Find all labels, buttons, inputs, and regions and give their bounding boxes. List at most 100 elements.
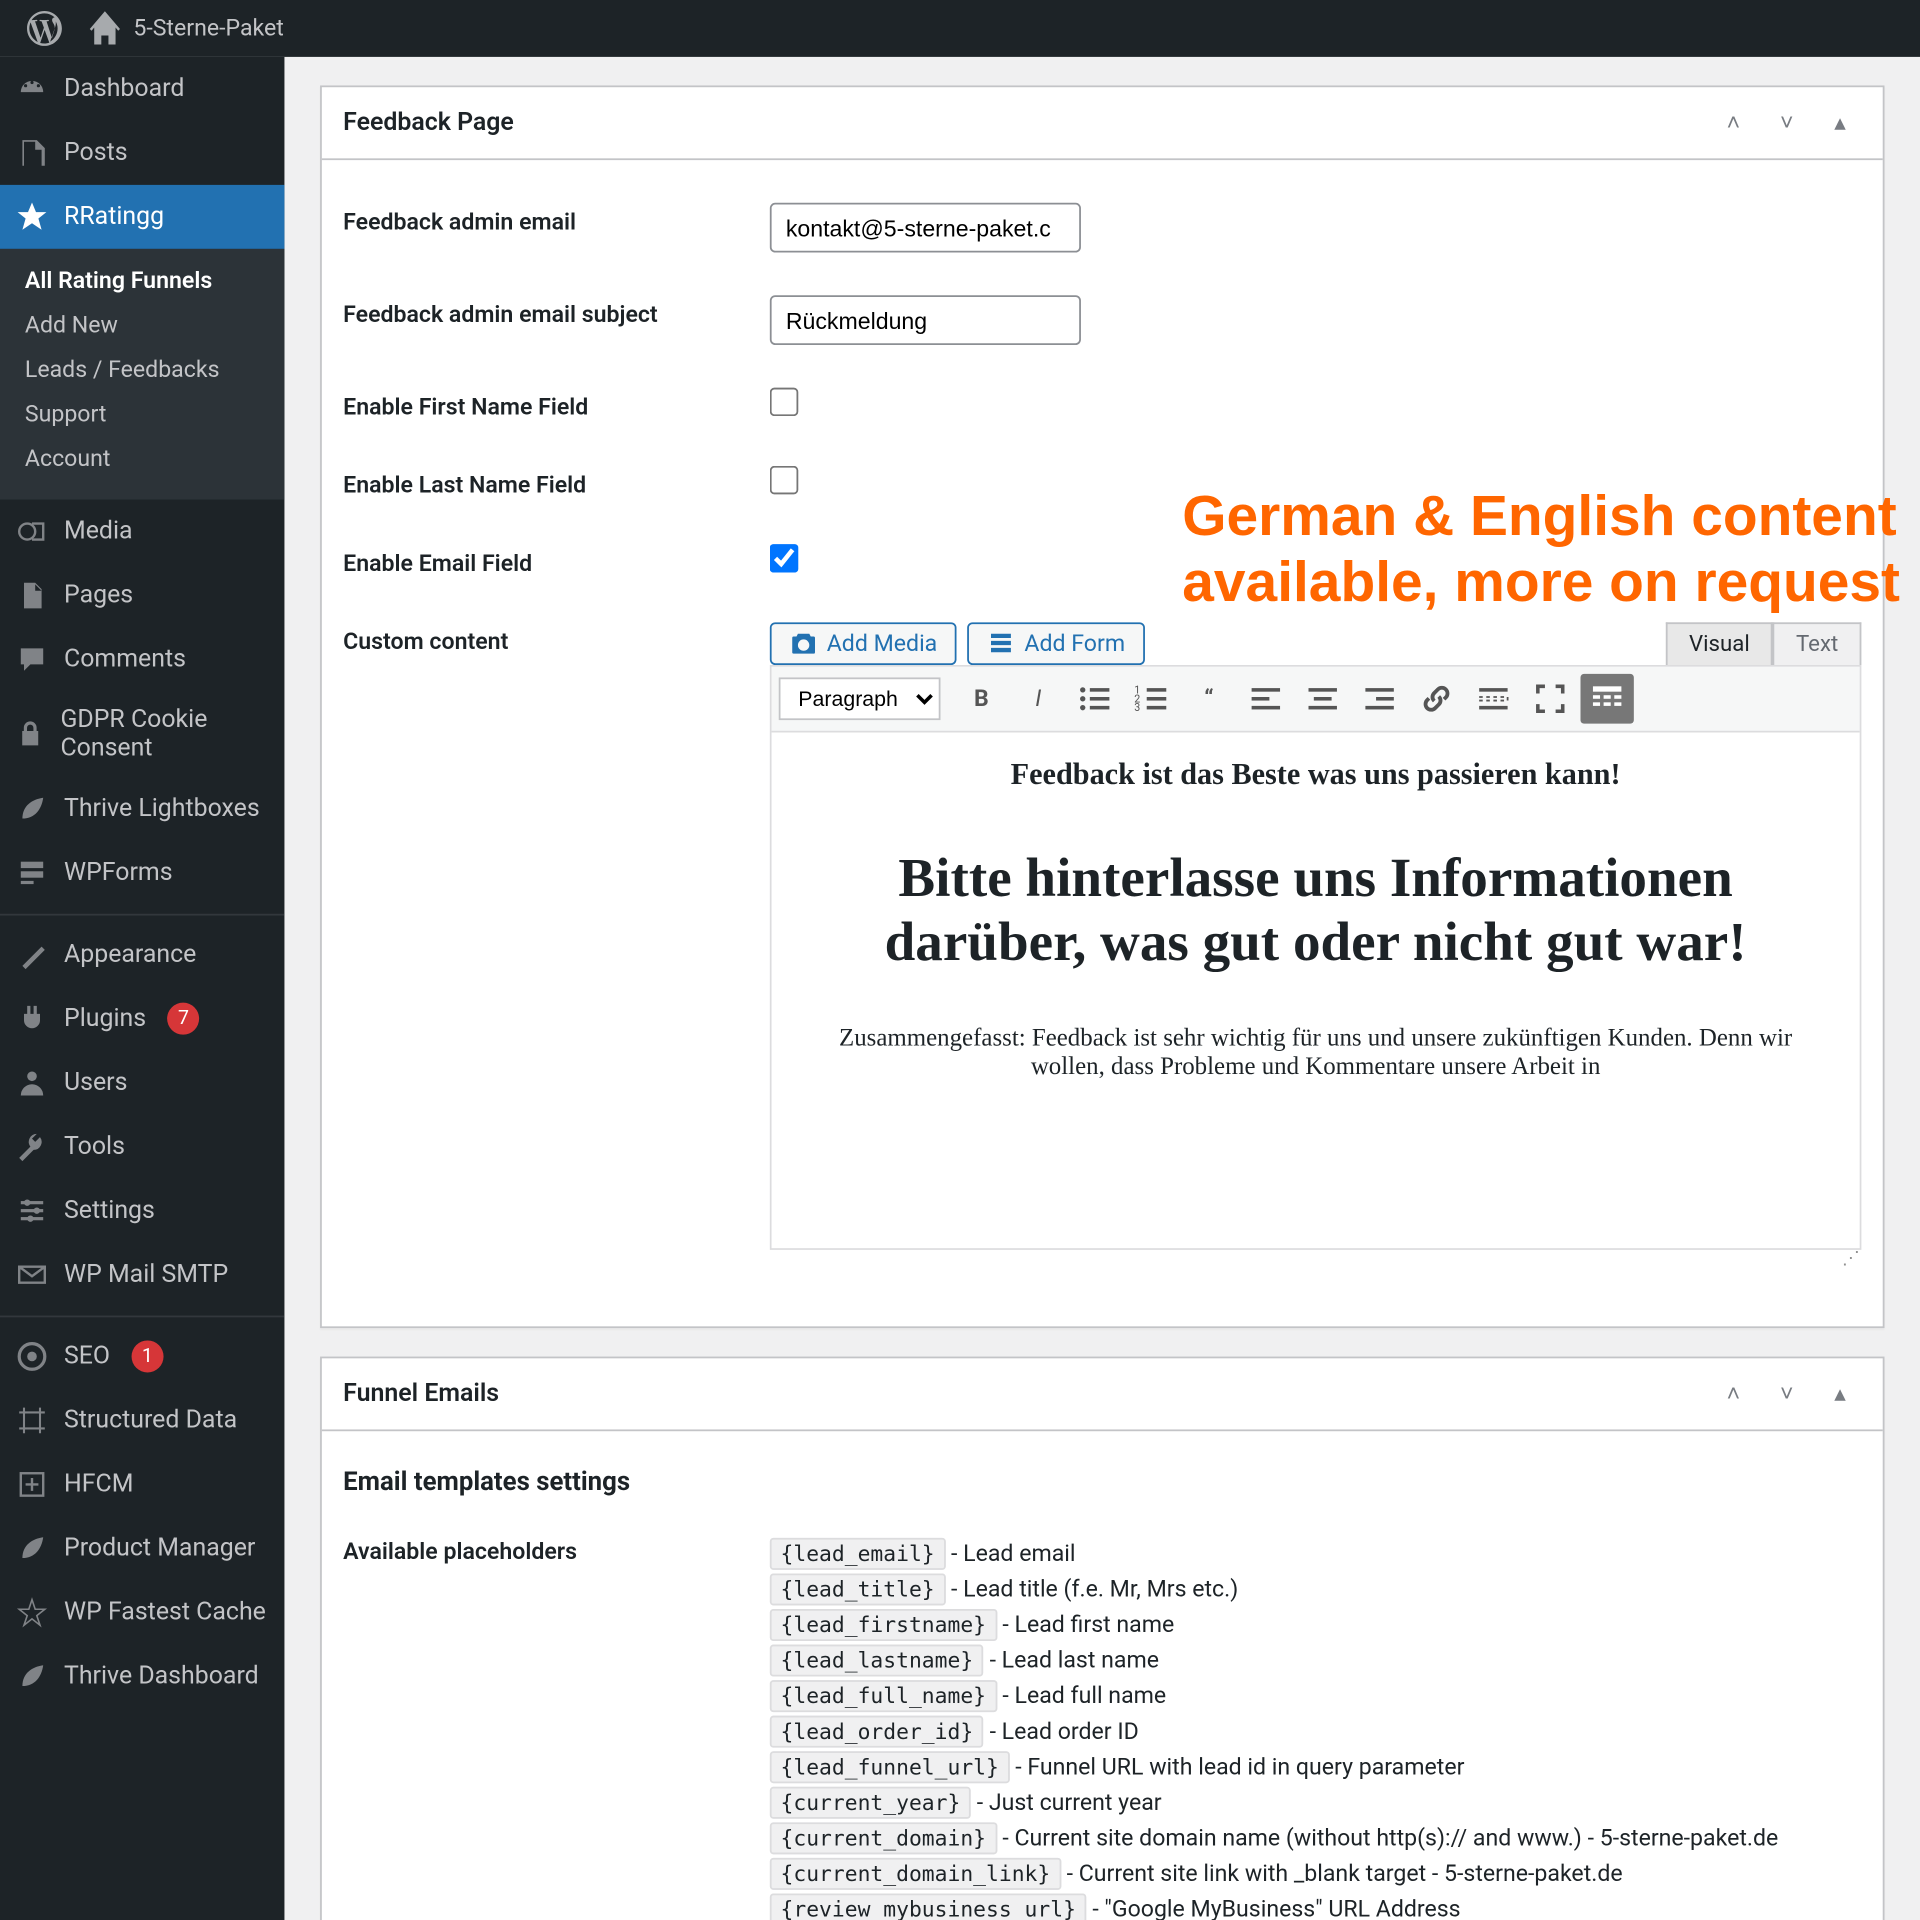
fullscreen-button[interactable] xyxy=(1524,674,1577,724)
editor-body[interactable]: Feedback ist das Beste was uns passieren… xyxy=(772,732,1860,1248)
sidebar-item-users[interactable]: Users xyxy=(0,1051,284,1115)
appearance-icon xyxy=(14,937,50,973)
sidebar-item-appearance[interactable]: Appearance xyxy=(0,923,284,987)
feedback-admin-subject-input[interactable] xyxy=(770,295,1081,345)
link-button[interactable] xyxy=(1410,674,1463,724)
placeholder-desc: - Lead order ID xyxy=(984,1719,1139,1746)
sidebar-item-tools[interactable]: Tools xyxy=(0,1115,284,1179)
sidebar-item-wp-mail-smtp[interactable]: WP Mail SMTP xyxy=(0,1243,284,1307)
placeholder-desc: - Funnel URL with lead id in query param… xyxy=(1009,1755,1464,1782)
quote-button[interactable]: “ xyxy=(1182,674,1235,724)
wordpress-icon xyxy=(27,11,63,47)
sidebar-item-wpforms[interactable]: WPForms xyxy=(0,841,284,905)
bold-button[interactable]: B xyxy=(955,674,1008,724)
placeholder-code: {current_domain} xyxy=(770,1822,997,1854)
sidebar-item-posts[interactable]: Posts xyxy=(0,121,284,185)
sidebar-item-thrive-dashboard[interactable]: Thrive Dashboard xyxy=(0,1644,284,1708)
sidebar-item-label: WP Mail SMTP xyxy=(64,1260,228,1288)
sidebar-item-settings[interactable]: Settings xyxy=(0,1179,284,1243)
toolbar-toggle-button[interactable] xyxy=(1580,674,1633,724)
sidebar-item-media[interactable]: Media xyxy=(0,500,284,564)
submenu-item-all-rating-funnels[interactable]: All Rating Funnels xyxy=(0,260,284,304)
editor-toolbar: Paragraph B I 123 “ xyxy=(772,667,1860,733)
dashboard-icon xyxy=(14,71,50,107)
move-down-button[interactable]: ˅ xyxy=(1765,1372,1808,1415)
media-icon xyxy=(14,514,50,550)
placeholder-row: {current_year} - Just current year xyxy=(770,1790,1862,1817)
pages-icon xyxy=(14,578,50,614)
placeholder-row: {current_domain} - Current site domain n… xyxy=(770,1826,1862,1853)
resize-handle[interactable]: ⋰ xyxy=(770,1250,1862,1270)
align-left-button[interactable] xyxy=(1239,674,1292,724)
cache-icon xyxy=(14,1595,50,1631)
placeholder-code: {lead_full_name} xyxy=(770,1680,997,1712)
postbox-feedback-page: Feedback Page ˄ ˅ ▴ Feedback admin email… xyxy=(320,85,1884,1328)
sidebar-item-rratingg[interactable]: RRatingg xyxy=(0,185,284,249)
placeholder-desc: - Lead first name xyxy=(997,1612,1175,1639)
leaf-icon xyxy=(14,1531,50,1567)
site-link[interactable]: 5-Sterne-Paket xyxy=(75,0,297,57)
placeholder-row: {current_domain_link} - Current site lin… xyxy=(770,1861,1862,1888)
sidebar-item-structured-data[interactable]: Structured Data xyxy=(0,1388,284,1452)
enable-email-checkbox[interactable] xyxy=(770,544,798,572)
placeholder-desc: - Lead title (f.e. Mr, Mrs etc.) xyxy=(945,1577,1238,1604)
enable-firstname-checkbox[interactable] xyxy=(770,388,798,416)
editor-paragraph: Zusammengefasst: Feedback ist sehr wicht… xyxy=(800,1026,1831,1083)
add-form-button[interactable]: Add Form xyxy=(967,622,1144,665)
sidebar-item-wp-fastest-cache[interactable]: WP Fastest Cache xyxy=(0,1580,284,1644)
sidebar-item-label: Settings xyxy=(64,1196,155,1224)
sidebar-item-gdpr-cookie-consent[interactable]: GDPR Cookie Consent xyxy=(0,692,284,777)
main-content: German & English content available, more… xyxy=(284,57,1920,1920)
label-custom-content: Custom content xyxy=(343,622,734,656)
sidebar-item-hfcm[interactable]: HFCM xyxy=(0,1452,284,1516)
sidebar-item-pages[interactable]: Pages xyxy=(0,564,284,628)
align-right-button[interactable] xyxy=(1353,674,1406,724)
placeholder-desc: - Current site link with _blank target -… xyxy=(1061,1861,1623,1888)
section-email-templates: Email templates settings xyxy=(343,1467,1861,1497)
placeholder-desc: - "Google MyBusiness" URL Address xyxy=(1087,1897,1461,1920)
placeholder-row: {review_mybusiness_url} - "Google MyBusi… xyxy=(770,1897,1862,1920)
format-select[interactable]: Paragraph xyxy=(779,677,941,720)
sdata-icon xyxy=(14,1403,50,1439)
italic-button[interactable]: I xyxy=(1012,674,1065,724)
wp-logo[interactable] xyxy=(14,0,74,57)
plugins-icon xyxy=(14,1001,50,1037)
tools-icon xyxy=(14,1129,50,1165)
submenu-item-add-new[interactable]: Add New xyxy=(0,304,284,348)
placeholder-code: {review_mybusiness_url} xyxy=(770,1893,1087,1920)
toggle-button[interactable]: ▴ xyxy=(1819,101,1862,144)
placeholder-row: {lead_title} - Lead title (f.e. Mr, Mrs … xyxy=(770,1577,1862,1604)
align-center-button[interactable] xyxy=(1296,674,1349,724)
sidebar-item-label: WP Fastest Cache xyxy=(64,1598,266,1626)
move-down-button[interactable]: ˅ xyxy=(1765,101,1808,144)
sidebar-item-label: Thrive Dashboard xyxy=(64,1662,259,1690)
submenu-item-account[interactable]: Account xyxy=(0,437,284,481)
editor-tab-visual[interactable]: Visual xyxy=(1666,622,1773,665)
bulletlist-button[interactable] xyxy=(1068,674,1121,724)
forms-icon xyxy=(14,855,50,891)
submenu-item-support[interactable]: Support xyxy=(0,393,284,437)
admin-bar: 5-Sterne-Paket xyxy=(0,0,1920,57)
editor-tab-text[interactable]: Text xyxy=(1773,622,1862,665)
editor-heading2: Bitte hinterlasse uns Informationen darü… xyxy=(800,846,1831,973)
toggle-button[interactable]: ▴ xyxy=(1819,1372,1862,1415)
sidebar-item-thrive-lightboxes[interactable]: Thrive Lightboxes xyxy=(0,777,284,841)
enable-lastname-checkbox[interactable] xyxy=(770,466,798,494)
sidebar-item-plugins[interactable]: Plugins7 xyxy=(0,987,284,1051)
sidebar-item-seo[interactable]: SEO1 xyxy=(0,1324,284,1388)
label-admin-subject: Feedback admin email subject xyxy=(343,295,734,329)
move-up-button[interactable]: ˄ xyxy=(1712,1372,1755,1415)
more-button[interactable] xyxy=(1467,674,1520,724)
placeholder-code: {lead_title} xyxy=(770,1573,945,1605)
feedback-admin-email-input[interactable] xyxy=(770,203,1081,253)
sidebar-item-comments[interactable]: Comments xyxy=(0,628,284,692)
numlist-button[interactable]: 123 xyxy=(1125,674,1178,724)
add-media-button[interactable]: Add Media xyxy=(770,622,957,665)
placeholder-row: {lead_email} - Lead email xyxy=(770,1541,1862,1568)
sidebar-item-label: Media xyxy=(64,517,133,545)
move-up-button[interactable]: ˄ xyxy=(1712,101,1755,144)
sidebar-item-dashboard[interactable]: Dashboard xyxy=(0,57,284,121)
placeholder-row: {lead_lastname} - Lead last name xyxy=(770,1648,1862,1675)
sidebar-item-product-manager[interactable]: Product Manager xyxy=(0,1516,284,1580)
submenu-item-leads-feedbacks[interactable]: Leads / Feedbacks xyxy=(0,348,284,392)
